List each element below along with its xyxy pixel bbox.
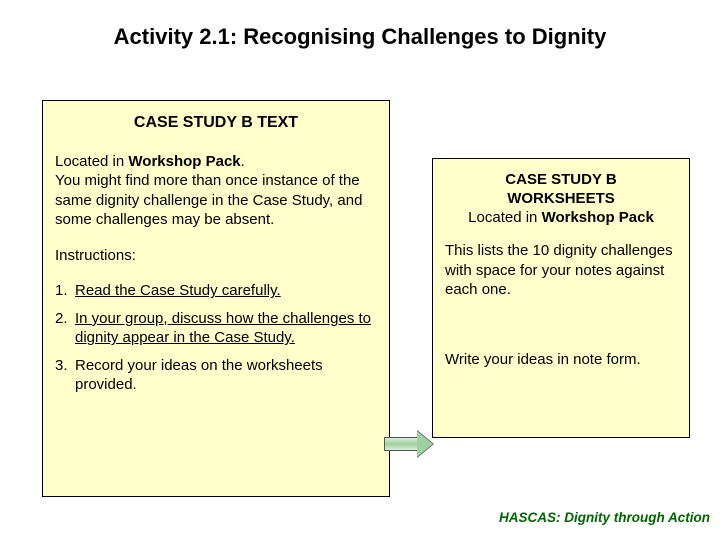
step-text: Read the Case Study carefully. bbox=[75, 281, 281, 301]
right-desc: This lists the 10 dignity challenges wit… bbox=[445, 241, 677, 300]
instructions-label: Instructions: bbox=[55, 246, 377, 266]
right-heading-line1: CASE STUDY B bbox=[505, 171, 616, 188]
right-panel: CASE STUDY B WORKSHEETS Located in Works… bbox=[432, 158, 690, 438]
step-text: In your group, discuss how the challenge… bbox=[75, 309, 377, 348]
step-1: 1. Read the Case Study carefully. bbox=[55, 281, 377, 301]
step-num: 2. bbox=[55, 309, 75, 329]
step-2: 2. In your group, discuss how the challe… bbox=[55, 309, 377, 348]
right-heading: CASE STUDY B WORKSHEETS Located in Works… bbox=[445, 171, 677, 227]
arrow-icon bbox=[384, 432, 434, 456]
located-bold: Workshop Pack bbox=[128, 153, 240, 170]
step-3: 3. Record your ideas on the worksheets p… bbox=[55, 356, 377, 395]
step-num: 3. bbox=[55, 356, 75, 376]
left-para: You might find more than once instance o… bbox=[55, 171, 377, 230]
left-located: Located in Workshop Pack. bbox=[55, 152, 377, 172]
left-heading: CASE STUDY B TEXT bbox=[55, 113, 377, 134]
footer-text: HASCAS: Dignity through Action bbox=[499, 510, 710, 525]
left-panel: CASE STUDY B TEXT Located in Workshop Pa… bbox=[42, 100, 390, 497]
page-title: Activity 2.1: Recognising Challenges to … bbox=[0, 24, 720, 50]
step-num: 1. bbox=[55, 281, 75, 301]
right-heading-bold: Workshop Pack bbox=[542, 209, 654, 226]
located-prefix: Located in bbox=[55, 153, 128, 170]
located-suffix: . bbox=[241, 153, 245, 170]
right-heading-prefix: Located in bbox=[468, 209, 541, 226]
step-text: Record your ideas on the worksheets prov… bbox=[75, 356, 377, 395]
right-write: Write your ideas in note form. bbox=[445, 350, 677, 370]
right-heading-line2: WORKSHEETS bbox=[507, 190, 615, 207]
